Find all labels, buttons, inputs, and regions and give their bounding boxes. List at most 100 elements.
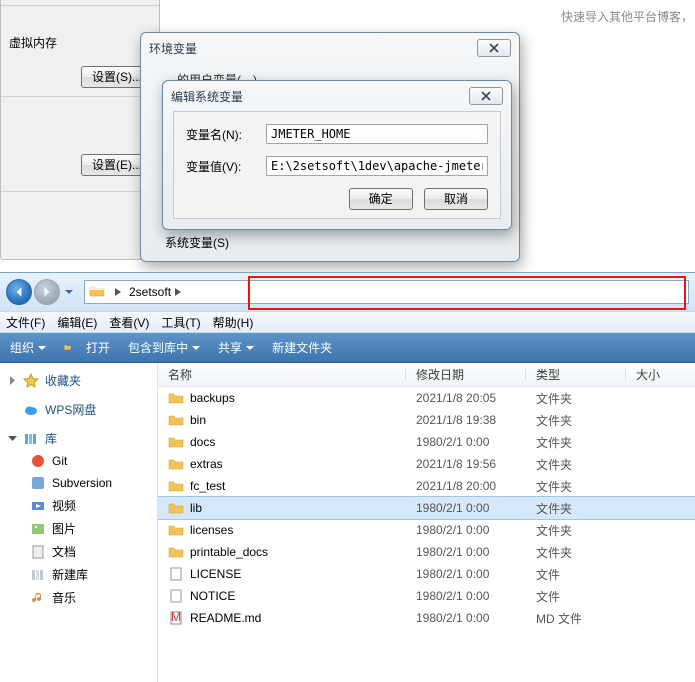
col-type[interactable]: 类型 <box>526 366 626 383</box>
col-size[interactable]: 大小 <box>626 366 695 383</box>
env-vars-close-button[interactable] <box>477 39 511 57</box>
file-type: 文件夹 <box>526 412 626 429</box>
sidebar-favorites[interactable]: 收藏夹 <box>0 369 157 392</box>
folder-icon <box>168 390 184 406</box>
file-date: 2021/1/8 20:00 <box>406 479 526 493</box>
file-row[interactable]: lib1980/2/1 0:00文件夹 <box>158 497 695 519</box>
chevron-down-icon <box>8 434 17 443</box>
file-row[interactable]: NOTICE1980/2/1 0:00文件 <box>158 585 695 607</box>
file-name: lib <box>190 501 202 515</box>
col-date[interactable]: 修改日期 <box>406 366 526 383</box>
toolbar-include[interactable]: 包含到库中 <box>128 339 200 356</box>
crumb-2[interactable]: 2setsoft <box>125 281 240 303</box>
file-row[interactable]: printable_docs1980/2/1 0:00文件夹 <box>158 541 695 563</box>
toolbar-open[interactable]: 打开 <box>64 339 110 356</box>
folder-open-icon <box>64 340 82 356</box>
file-name: licenses <box>190 523 233 537</box>
cloud-icon <box>23 402 39 418</box>
folder-icon <box>168 522 184 538</box>
crumb-3[interactable]: 1dev <box>125 303 240 304</box>
file-type: 文件夹 <box>526 456 626 473</box>
sidebar-lib-1[interactable]: Subversion <box>0 472 157 494</box>
file-row[interactable]: fc_test 2021/1/8 20:00文件夹 <box>158 475 695 497</box>
cancel-button[interactable]: 取消 <box>424 188 488 210</box>
file-row[interactable]: backups 2021/1/8 20:05文件夹 <box>158 387 695 409</box>
file-type: 文件夹 <box>526 390 626 407</box>
menu-help[interactable]: 帮助(H) <box>213 314 254 331</box>
column-headers[interactable]: 名称 修改日期 类型 大小 <box>158 363 695 387</box>
file-type: 文件 <box>526 588 626 605</box>
explorer-window: 计算机本地磁盘 (E:)2setsoft1devapache-jmeter-5.… <box>0 272 695 682</box>
folder-icon <box>168 478 184 494</box>
var-value-label: 变量值(V): <box>186 158 266 175</box>
chevron-right-icon <box>8 376 17 385</box>
folder-icon <box>168 434 184 450</box>
file-name: backups <box>190 391 235 405</box>
sidebar-libraries[interactable]: 库 <box>0 427 157 450</box>
var-name-input[interactable] <box>266 124 488 144</box>
toolbar-organize[interactable]: 组织 <box>10 339 46 356</box>
col-name[interactable]: 名称 <box>158 366 406 383</box>
file-row[interactable]: extras2021/1/8 19:56文件夹 <box>158 453 695 475</box>
file-type: 文件夹 <box>526 434 626 451</box>
lib-item-icon <box>30 453 46 469</box>
folder-icon <box>168 500 184 516</box>
folder-icon <box>168 456 184 472</box>
file-type: 文件夹 <box>526 478 626 495</box>
var-value-input[interactable] <box>266 156 488 176</box>
file-type: 文件夹 <box>526 544 626 561</box>
edit-sysvar-close-button[interactable] <box>469 87 503 105</box>
ok-button[interactable]: 确定 <box>349 188 413 210</box>
toolbar-share[interactable]: 共享 <box>218 339 254 356</box>
file-name: bin <box>190 413 206 427</box>
toolbar-newfolder[interactable]: 新建文件夹 <box>272 339 332 356</box>
sidebar-lib-6[interactable]: 音乐 <box>0 586 157 609</box>
explorer-toolbar: 组织 打开 包含到库中 共享 新建文件夹 <box>0 333 695 363</box>
file-name: fc_test <box>190 479 225 493</box>
folder-icon <box>89 283 105 301</box>
explorer-menubar: 文件(F) 编辑(E) 查看(V) 工具(T) 帮助(H) <box>0 311 695 333</box>
sidebar-lib-3[interactable]: 图片 <box>0 517 157 540</box>
nav-forward-button[interactable] <box>34 279 60 305</box>
file-row[interactable]: docs 1980/2/1 0:00文件夹 <box>158 431 695 453</box>
nav-history-dropdown[interactable] <box>62 279 76 305</box>
file-name: docs <box>190 435 215 449</box>
file-row[interactable]: licenses1980/2/1 0:00文件夹 <box>158 519 695 541</box>
file-type: 文件 <box>526 566 626 583</box>
lib-item-icon <box>30 567 46 583</box>
lib-item-icon <box>30 498 46 514</box>
file-date: 1980/2/1 0:00 <box>406 589 526 603</box>
file-date: 1980/2/1 0:00 <box>406 435 526 449</box>
nav-back-button[interactable] <box>6 279 32 305</box>
menu-edit[interactable]: 编辑(E) <box>57 314 97 331</box>
system-vars-caption: 系统变量(S) <box>165 234 229 251</box>
folder-icon <box>168 412 184 428</box>
file-name: extras <box>190 457 223 471</box>
address-bar[interactable]: 计算机本地磁盘 (E:)2setsoft1devapache-jmeter-5.… <box>84 280 689 304</box>
file-row[interactable]: bin 2021/1/8 19:38文件夹 <box>158 409 695 431</box>
file-list-pane: 名称 修改日期 类型 大小 backups2021/1/8 20:05文件夹bi… <box>158 363 695 682</box>
edit-sysvar-dialog: 编辑系统变量 变量名(N): 变量值(V): 确定 取消 <box>162 80 512 230</box>
sidebar-lib-5[interactable]: 新建库 <box>0 563 157 586</box>
env-vars-title: 环境变量 <box>149 40 477 57</box>
sidebar-lib-0[interactable]: Git <box>0 450 157 472</box>
svg-text:M: M <box>171 610 181 624</box>
menu-tools[interactable]: 工具(T) <box>161 314 200 331</box>
lib-item-icon <box>30 544 46 560</box>
crumb-root[interactable] <box>107 281 125 303</box>
sidebar-lib-2[interactable]: 视频 <box>0 494 157 517</box>
file-row[interactable]: LICENSE1980/2/1 0:00文件 <box>158 563 695 585</box>
menu-file[interactable]: 文件(F) <box>6 314 45 331</box>
edit-sysvar-title: 编辑系统变量 <box>171 88 469 105</box>
import-hint-text: 快速导入其他平台博客， <box>561 8 693 25</box>
sidebar-lib-4[interactable]: 文档 <box>0 540 157 563</box>
file-date: 2021/1/8 20:05 <box>406 391 526 405</box>
file-date: 1980/2/1 0:00 <box>406 523 526 537</box>
file-icon <box>168 566 184 582</box>
sidebar-wps[interactable]: WPS网盘 <box>0 398 157 421</box>
file-name: printable_docs <box>190 545 268 559</box>
menu-view[interactable]: 查看(V) <box>109 314 149 331</box>
explorer-sidebar: 收藏夹 WPS网盘 库 GitSubversion视频图片文档新建库音乐 <box>0 363 158 682</box>
file-date: 2021/1/8 19:38 <box>406 413 526 427</box>
file-row[interactable]: MREADME.md1980/2/1 0:00MD 文件 <box>158 607 695 629</box>
